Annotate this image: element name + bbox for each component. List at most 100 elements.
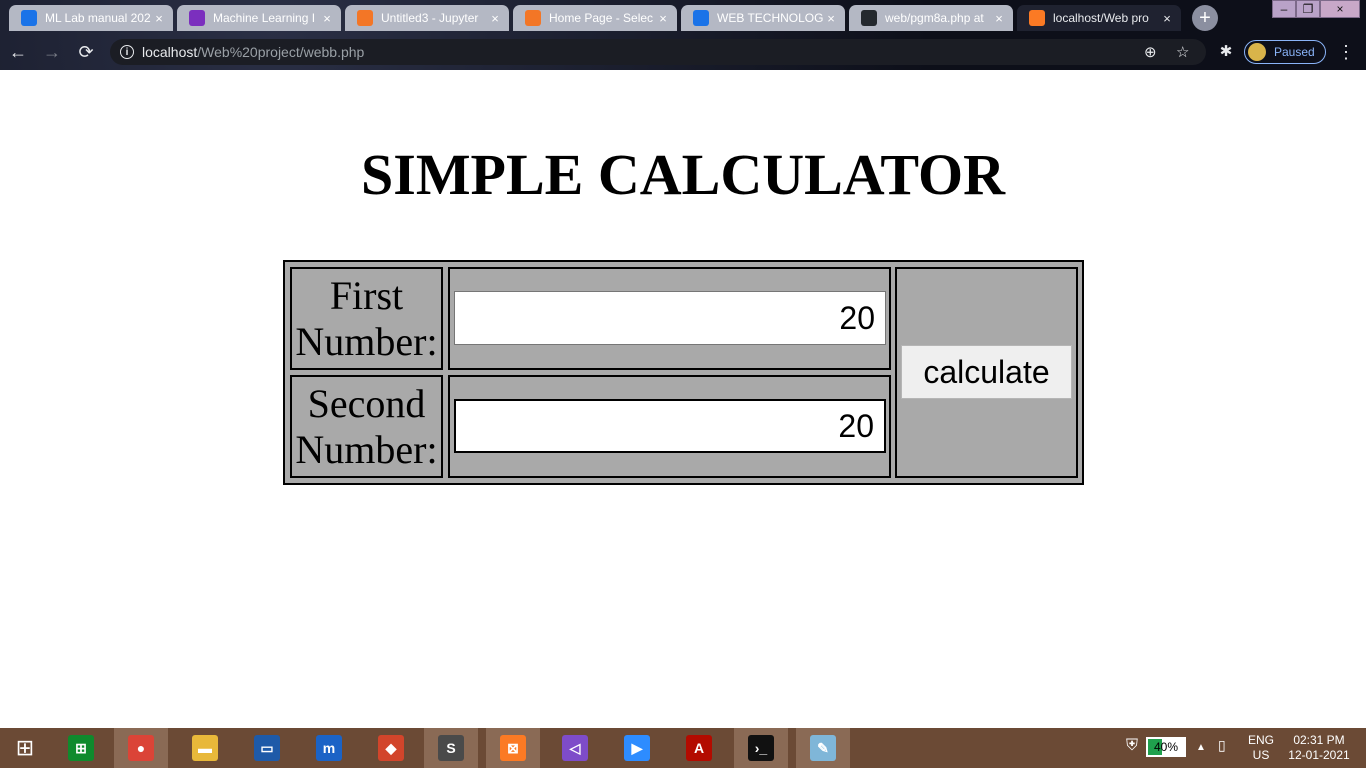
site-info-icon[interactable]: i xyxy=(120,45,134,59)
chrome-icon: ● xyxy=(128,735,154,761)
xampp-icon: ⊠ xyxy=(500,735,526,761)
second-number-input-cell xyxy=(448,375,891,478)
new-tab-button[interactable]: + xyxy=(1192,5,1218,31)
tab-title: web/pgm8a.php at xyxy=(885,11,984,25)
taskbar-app-button[interactable]: ✎ xyxy=(796,728,850,768)
browser-tab[interactable]: web/pgm8a.php at × xyxy=(849,5,1013,31)
browser-tab[interactable]: localhost/Web pro × xyxy=(1017,5,1181,31)
browser-chrome: ML Lab manual 202 × Machine Learning I × Unt… xyxy=(0,0,1366,70)
tab-close-icon[interactable]: × xyxy=(823,11,839,26)
sublime-icon: S xyxy=(438,735,464,761)
restore-button[interactable]: ❐ xyxy=(1296,0,1320,18)
browser-tab[interactable]: WEB TECHNOLOGI × xyxy=(681,5,845,31)
calculate-button-cell: calculate xyxy=(895,267,1078,478)
show-hidden-icons-icon[interactable]: ▲ xyxy=(1196,740,1206,755)
taskbar-app-button[interactable]: ▭ xyxy=(240,728,294,768)
maxthon-icon: m xyxy=(316,735,342,761)
tab-close-icon[interactable]: × xyxy=(319,11,335,26)
first-number-label-line1: First xyxy=(329,272,404,318)
tab-title: Home Page - Selec xyxy=(549,11,654,25)
first-number-label-line2: Number: xyxy=(295,318,438,364)
jupyter-icon xyxy=(357,10,373,26)
page-title: SIMPLE CALCULATOR xyxy=(360,142,1005,207)
taskbar-app-button[interactable]: ⊞ xyxy=(54,728,108,768)
cmd-icon: ›_ xyxy=(748,735,774,761)
second-number-label-cell: Second Number: xyxy=(290,375,443,478)
calculate-button[interactable]: calculate xyxy=(901,345,1072,399)
extensions-icon[interactable]: ✱ xyxy=(1216,42,1236,62)
second-number-input[interactable] xyxy=(454,399,886,453)
taskbar-app-button[interactable]: ›_ xyxy=(734,728,788,768)
second-number-label-line1: Second xyxy=(307,380,426,426)
url-path: /Web%20project/webb.php xyxy=(197,44,365,60)
start-button[interactable]: ⊞ xyxy=(0,728,50,768)
forward-button[interactable]: → xyxy=(42,42,62,62)
classroom-icon xyxy=(21,10,37,26)
language-code: ENG xyxy=(1247,733,1274,747)
tab-title: Machine Learning I xyxy=(213,11,316,25)
tab-close-icon[interactable]: × xyxy=(487,11,503,26)
xampp-icon xyxy=(1029,10,1045,26)
clock-time: 02:31 PM xyxy=(1293,733,1345,747)
battery-label: 40% xyxy=(1153,740,1179,754)
taskbar-app-button[interactable]: A xyxy=(672,728,726,768)
calculator-table: First Number: Second Number: calculate xyxy=(283,260,1084,485)
taskbar-app-button[interactable]: ● xyxy=(114,728,168,768)
clock[interactable]: 02:31 PM 12-01-2021 xyxy=(1286,733,1352,763)
loading-icon xyxy=(525,10,541,26)
bookmark-star-icon[interactable]: ☆ xyxy=(1176,43,1189,61)
menu-icon[interactable]: ⋮ xyxy=(1336,42,1356,62)
browser-tab[interactable]: ML Lab manual 202 × xyxy=(9,5,173,31)
classroom-icon xyxy=(693,10,709,26)
tab-close-icon[interactable]: × xyxy=(151,11,167,26)
taskbar-app-button[interactable]: ▶ xyxy=(610,728,664,768)
tab-title: localhost/Web pro xyxy=(1053,11,1149,25)
tab-close-icon[interactable]: × xyxy=(655,11,671,26)
browser-tab[interactable]: Home Page - Selec × xyxy=(513,5,677,31)
visual-studio-icon: ◁ xyxy=(562,735,588,761)
taskbar-app-button[interactable]: ▬ xyxy=(178,728,232,768)
profile-button[interactable]: Paused xyxy=(1244,40,1326,64)
first-number-input[interactable] xyxy=(454,291,886,345)
minimize-button[interactable]: – xyxy=(1272,0,1296,18)
lenovo-icon: ▭ xyxy=(254,735,280,761)
taskbar-app-button[interactable]: m xyxy=(302,728,356,768)
tab-close-icon[interactable]: × xyxy=(991,11,1007,26)
tab-title: ML Lab manual 202 xyxy=(45,11,151,25)
tab-title: WEB TECHNOLOGI xyxy=(717,11,823,25)
clock-date: 12-01-2021 xyxy=(1288,748,1350,762)
security-shield-icon[interactable]: ⛨ xyxy=(1126,738,1138,754)
first-number-label-cell: First Number: xyxy=(290,267,443,370)
tab-title: Untitled3 - Jupyter xyxy=(381,11,479,25)
first-number-input-cell xyxy=(448,267,891,370)
taskbar-app-button[interactable]: ⊠ xyxy=(486,728,540,768)
region-code: US xyxy=(1252,748,1270,762)
back-button[interactable]: ← xyxy=(8,42,28,62)
battery-indicator[interactable]: 40% xyxy=(1146,737,1186,757)
windows-start-icon: ⊞ xyxy=(15,735,35,760)
browser-tab[interactable]: Untitled3 - Jupyter × xyxy=(345,5,509,31)
app-red-icon: ◆ xyxy=(378,735,404,761)
window-close-button[interactable]: × xyxy=(1320,0,1360,18)
tab-close-icon[interactable]: × xyxy=(1159,11,1175,26)
zoom-icon: ▶ xyxy=(624,735,650,761)
profile-status: Paused xyxy=(1274,45,1315,59)
github-icon xyxy=(861,10,877,26)
taskbar-app-button[interactable]: ◆ xyxy=(364,728,418,768)
network-icon[interactable]: ▯ xyxy=(1218,738,1226,753)
taskbar-app-button[interactable]: S xyxy=(424,728,478,768)
url-text[interactable]: localhost/Web%20project/webb.php xyxy=(142,44,364,60)
language-indicator[interactable]: ENG US xyxy=(1246,733,1276,763)
classroom-icon xyxy=(189,10,205,26)
address-bar[interactable]: i localhost/Web%20project/webb.php ⊕ ☆ xyxy=(110,39,1206,65)
acrobat-icon: A xyxy=(686,735,712,761)
zoom-icon[interactable]: ⊕ xyxy=(1144,43,1157,61)
url-host: localhost xyxy=(142,44,198,60)
avatar xyxy=(1248,43,1266,61)
store-icon: ⊞ xyxy=(68,735,94,761)
taskbar-app-button[interactable]: ◁ xyxy=(548,728,602,768)
reload-button[interactable]: ⟳ xyxy=(76,42,96,62)
browser-tab[interactable]: Machine Learning I × xyxy=(177,5,341,31)
notepad-icon: ✎ xyxy=(810,735,836,761)
second-number-label-line2: Number: xyxy=(295,426,438,472)
